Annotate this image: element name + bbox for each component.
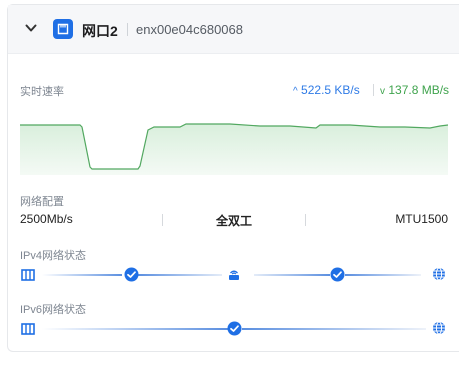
network-port-card: 网口2 enx00e04c680068 实时速率 ^ 522.5 KB/s v … [7, 4, 459, 352]
arrow-down-icon: v [380, 86, 385, 97]
globe-icon [433, 321, 445, 335]
config-divider [162, 214, 163, 226]
status-line [242, 328, 426, 330]
check-icon [124, 267, 139, 282]
status-line [42, 274, 122, 276]
realtime-speed-label: 实时速率 [20, 86, 64, 98]
check-icon [330, 267, 345, 282]
duplex-mode: 全双工 [216, 214, 253, 228]
ipv4-status-label: IPv4网络状态 [20, 250, 87, 262]
check-icon [227, 321, 242, 336]
card-header: 网口2 enx00e04c680068 [8, 5, 459, 54]
config-divider [305, 214, 306, 226]
status-line [138, 274, 222, 276]
network-config-row: 2500Mb/s 全双工 MTU1500 [20, 212, 448, 228]
ethernet-port-icon [53, 19, 73, 39]
speed-area [20, 124, 448, 175]
header-divider [127, 23, 128, 36]
router-icon [229, 270, 239, 280]
status-line [345, 274, 421, 276]
network-config-label: 网络配置 [20, 196, 64, 208]
upload-speed-value: 522.5 KB/s [301, 83, 360, 97]
upload-speed: ^ 522.5 KB/s [293, 83, 360, 97]
port-icon [21, 269, 35, 281]
chevron-down-icon[interactable] [25, 23, 37, 33]
interface-id: enx00e04c680068 [136, 22, 243, 37]
download-speed: v 137.8 MB/s [380, 83, 449, 97]
ipv6-status-label: IPv6网络状态 [20, 304, 87, 316]
port-name: 网口2 [82, 23, 118, 39]
arrow-up-icon: ^ [293, 86, 298, 97]
download-speed-value: 137.8 MB/s [388, 83, 450, 97]
mtu-value: MTU1500 [395, 212, 448, 226]
realtime-speed-chart [20, 123, 448, 175]
port-icon [21, 323, 35, 335]
globe-icon [433, 267, 445, 281]
link-speed: 2500Mb/s [20, 212, 73, 226]
status-line [42, 328, 228, 330]
status-line [254, 274, 330, 276]
speed-divider [373, 84, 374, 96]
